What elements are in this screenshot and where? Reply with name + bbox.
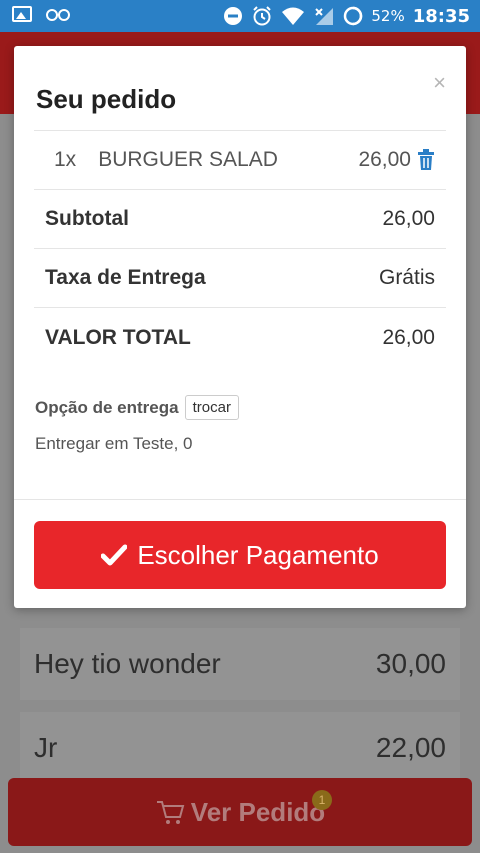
modal-divider — [14, 499, 466, 500]
status-bar: 52% 18:35 — [0, 0, 480, 32]
battery-percent: 52% — [371, 7, 405, 25]
dnd-icon — [224, 7, 243, 25]
menu-item-name: Hey tio wonder — [34, 648, 221, 679]
image-icon — [12, 6, 32, 22]
order-modal: × Seu pedido 1x BURGUER SALAD 26,00 Subt… — [14, 46, 466, 608]
subtotal-row: Subtotal 26,00 — [34, 190, 446, 249]
menu-item-price: 22,00 — [375, 732, 446, 763]
voicemail-icon — [46, 8, 70, 21]
menu-item[interactable]: Hey tio wonder 30,00 — [20, 628, 460, 700]
trocar-button[interactable]: trocar — [184, 395, 239, 420]
signal-icon — [315, 8, 334, 25]
trash-icon[interactable] — [417, 149, 435, 171]
subtotal-value: 26,00 — [382, 207, 435, 230]
item-price: 26,00 — [358, 148, 411, 171]
taxa-value: Grátis — [378, 266, 435, 289]
taxa-row: Taxa de Entrega Grátis — [34, 249, 446, 308]
menu-item-name: Jr — [34, 732, 58, 763]
subtotal-label: Subtotal — [45, 207, 129, 230]
alarm-icon — [253, 6, 272, 26]
delivery-option: Opção de entrega trocar — [35, 395, 239, 420]
battery-icon — [344, 6, 363, 26]
total-label: VALOR TOTAL — [45, 325, 191, 349]
order-summary: 1x BURGUER SALAD 26,00 Subtotal 26,00 Ta… — [34, 130, 446, 367]
menu-item[interactable]: Jr 22,00 — [20, 712, 460, 784]
cart-count-badge: 1 — [312, 790, 332, 810]
wifi-icon — [282, 7, 305, 25]
delivery-option-label: Opção de entrega — [35, 397, 179, 417]
total-value: 26,00 — [382, 325, 435, 349]
cart-icon — [156, 801, 185, 824]
taxa-label: Taxa de Entrega — [45, 266, 206, 289]
item-qty: 1x — [54, 148, 77, 171]
modal-title: Seu pedido — [36, 84, 177, 114]
total-row: VALOR TOTAL 26,00 — [34, 308, 446, 367]
clock: 18:35 — [412, 5, 470, 27]
ver-pedido-button[interactable]: Ver Pedido 1 — [8, 778, 472, 846]
order-item-row: 1x BURGUER SALAD 26,00 — [34, 131, 446, 190]
check-icon — [101, 544, 128, 566]
ver-pedido-label: Ver Pedido — [190, 796, 326, 827]
menu-item-price: 30,00 — [375, 648, 446, 679]
choose-payment-label: Escolher Pagamento — [137, 539, 379, 570]
close-button[interactable]: × — [433, 70, 446, 96]
delivery-address: Entregar em Teste, 0 — [35, 434, 193, 453]
item-name: BURGUER SALAD — [98, 148, 278, 171]
choose-payment-button[interactable]: Escolher Pagamento — [34, 521, 446, 589]
